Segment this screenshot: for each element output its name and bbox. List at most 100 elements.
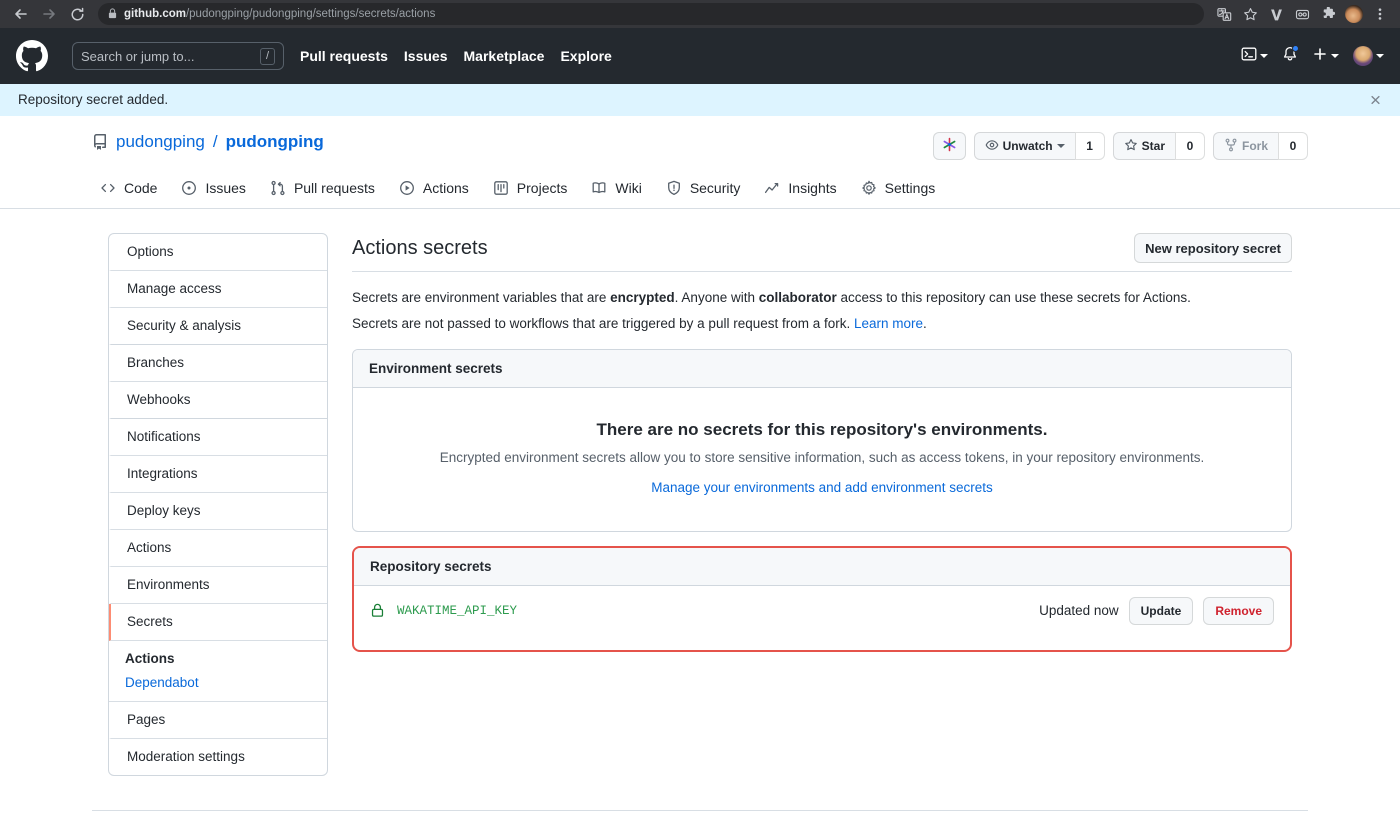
github-global-header: Search or jump to... / Pull requests Iss… — [0, 28, 1400, 84]
sidebar-item-notifications[interactable]: Notifications — [109, 419, 327, 456]
terminal-icon — [1241, 46, 1257, 67]
secret-actions: Updated now Update Remove — [1039, 596, 1274, 625]
create-new-menu[interactable] — [1312, 46, 1339, 67]
star-icon — [1124, 138, 1138, 155]
tab-label: Wiki — [615, 180, 642, 196]
sidebar-subitem-actions[interactable]: Actions — [109, 641, 327, 672]
sidebar-item-actions[interactable]: Actions — [109, 530, 327, 567]
repository-breadcrumb: pudongping / pudongping — [92, 132, 324, 152]
sidebar-item-integrations[interactable]: Integrations — [109, 456, 327, 493]
settings-content: Actions secrets New repository secret Se… — [352, 233, 1292, 776]
loom-icon[interactable] — [1290, 3, 1314, 25]
chevron-down-icon — [1260, 54, 1268, 58]
browser-toolbar: github.com/pudongping/pudongping/setting… — [0, 0, 1400, 28]
notifications-button[interactable] — [1282, 44, 1299, 67]
browser-forward-button[interactable] — [36, 3, 62, 25]
learn-more-link[interactable]: Learn more — [854, 316, 923, 331]
tab-pull-requests[interactable]: Pull requests — [262, 172, 383, 208]
fork-button[interactable]: Fork — [1212, 132, 1278, 160]
repo-separator: / — [212, 132, 218, 151]
secrets-description-line-1: Secrets are environment variables that a… — [352, 288, 1292, 308]
translate-icon[interactable] — [1212, 3, 1236, 25]
repo-name-link[interactable]: pudongping — [226, 132, 324, 152]
issue-opened-icon — [181, 180, 197, 196]
remove-secret-button[interactable]: Remove — [1203, 596, 1274, 625]
star-count: 0 — [1174, 132, 1205, 160]
github-mark-icon[interactable] — [16, 40, 48, 72]
sidebar-item-options[interactable]: Options — [109, 234, 327, 271]
flash-message-text: Repository secret added. — [18, 92, 169, 107]
star-label: Star — [1141, 139, 1165, 153]
sponsor-sparkle-button[interactable] — [932, 132, 966, 160]
update-secret-button[interactable]: Update — [1128, 596, 1194, 625]
site-lock-icon — [108, 7, 117, 21]
notification-indicator — [1292, 44, 1299, 52]
desc-collaborator: collaborator — [758, 290, 837, 305]
content-header: Actions secrets New repository secret — [352, 233, 1292, 272]
sidebar-item-moderation-settings[interactable]: Moderation settings — [109, 739, 327, 775]
watch-count: 1 — [1074, 132, 1105, 160]
tab-actions[interactable]: Actions — [391, 172, 477, 208]
nav-marketplace[interactable]: Marketplace — [464, 48, 545, 64]
tab-code[interactable]: Code — [92, 172, 165, 208]
tab-label: Projects — [516, 180, 568, 196]
tab-projects[interactable]: Projects — [485, 172, 576, 208]
blankslate-title: There are no secrets for this repository… — [596, 419, 1048, 439]
user-menu[interactable] — [1353, 46, 1384, 66]
desc-text: Secrets are not passed to workflows that… — [352, 316, 854, 332]
search-slash-key: / — [259, 47, 275, 65]
settings-sidebar: Options Manage access Security & analysi… — [108, 233, 328, 776]
unwatch-button[interactable]: Unwatch — [973, 132, 1075, 160]
tab-label: Settings — [884, 180, 936, 196]
nav-issues[interactable]: Issues — [404, 48, 448, 64]
secret-name[interactable]: WAKATIME_API_KEY — [397, 604, 517, 618]
sidebar-subitem-dependabot[interactable]: Dependabot — [109, 672, 327, 701]
tab-issues[interactable]: Issues — [173, 172, 253, 208]
bookmark-star-icon[interactable] — [1238, 3, 1262, 25]
sidebar-item-environments[interactable]: Environments — [109, 567, 327, 604]
sidebar-item-secrets[interactable]: Secrets — [109, 604, 327, 641]
sidebar-item-branches[interactable]: Branches — [109, 345, 327, 382]
extensions-puzzle-icon[interactable] — [1316, 3, 1340, 25]
tab-insights[interactable]: Insights — [756, 172, 844, 208]
sidebar-item-security-analysis[interactable]: Security & analysis — [109, 308, 327, 345]
plus-icon — [1312, 46, 1328, 67]
repo-owner-link[interactable]: pudongping — [116, 132, 205, 152]
git-pull-request-icon — [270, 180, 286, 196]
nav-pull-requests[interactable]: Pull requests — [300, 48, 388, 64]
vimium-icon[interactable] — [1264, 3, 1288, 25]
search-input[interactable]: Search or jump to... / — [72, 42, 284, 70]
repository-nav-tabs: Code Issues Pull requests Actions Projec… — [92, 172, 1308, 208]
sidebar-item-manage-access[interactable]: Manage access — [109, 271, 327, 308]
address-bar[interactable]: github.com/pudongping/pudongping/setting… — [98, 3, 1204, 25]
url-path: /pudongping/pudongping/settings/secrets/… — [185, 8, 436, 20]
tab-label: Pull requests — [293, 180, 375, 196]
eye-icon — [985, 138, 999, 155]
tab-settings[interactable]: Settings — [853, 172, 944, 208]
chevron-down-icon — [1376, 54, 1384, 58]
sidebar-secrets-subnav: Actions Dependabot — [109, 641, 327, 702]
star-button[interactable]: Star — [1112, 132, 1175, 160]
flash-message: Repository secret added. — [0, 84, 1400, 116]
tab-label: Issues — [205, 180, 246, 196]
manage-environments-link[interactable]: Manage your environments and add environ… — [651, 480, 992, 495]
repository-secrets-box: Repository secrets WAKATIME_API_KEY Upda… — [352, 545, 1292, 652]
browser-back-button[interactable] — [8, 3, 34, 25]
sidebar-item-pages[interactable]: Pages — [109, 702, 327, 739]
codespaces-menu[interactable] — [1241, 46, 1268, 67]
sidebar-item-deploy-keys[interactable]: Deploy keys — [109, 493, 327, 530]
new-repository-secret-button[interactable]: New repository secret — [1134, 233, 1292, 263]
browser-profile-avatar[interactable] — [1342, 3, 1366, 25]
chevron-down-icon — [1331, 54, 1339, 58]
tab-wiki[interactable]: Wiki — [583, 172, 649, 208]
browser-reload-button[interactable] — [64, 3, 90, 25]
project-icon — [493, 180, 509, 196]
chrome-menu-icon[interactable] — [1368, 3, 1392, 25]
nav-explore[interactable]: Explore — [560, 48, 611, 64]
gear-icon — [861, 180, 877, 196]
close-icon[interactable] — [1369, 93, 1382, 106]
fork-label: Fork — [1241, 139, 1268, 153]
secret-list-spacer — [354, 636, 1290, 650]
sidebar-item-webhooks[interactable]: Webhooks — [109, 382, 327, 419]
tab-security[interactable]: Security — [658, 172, 749, 208]
